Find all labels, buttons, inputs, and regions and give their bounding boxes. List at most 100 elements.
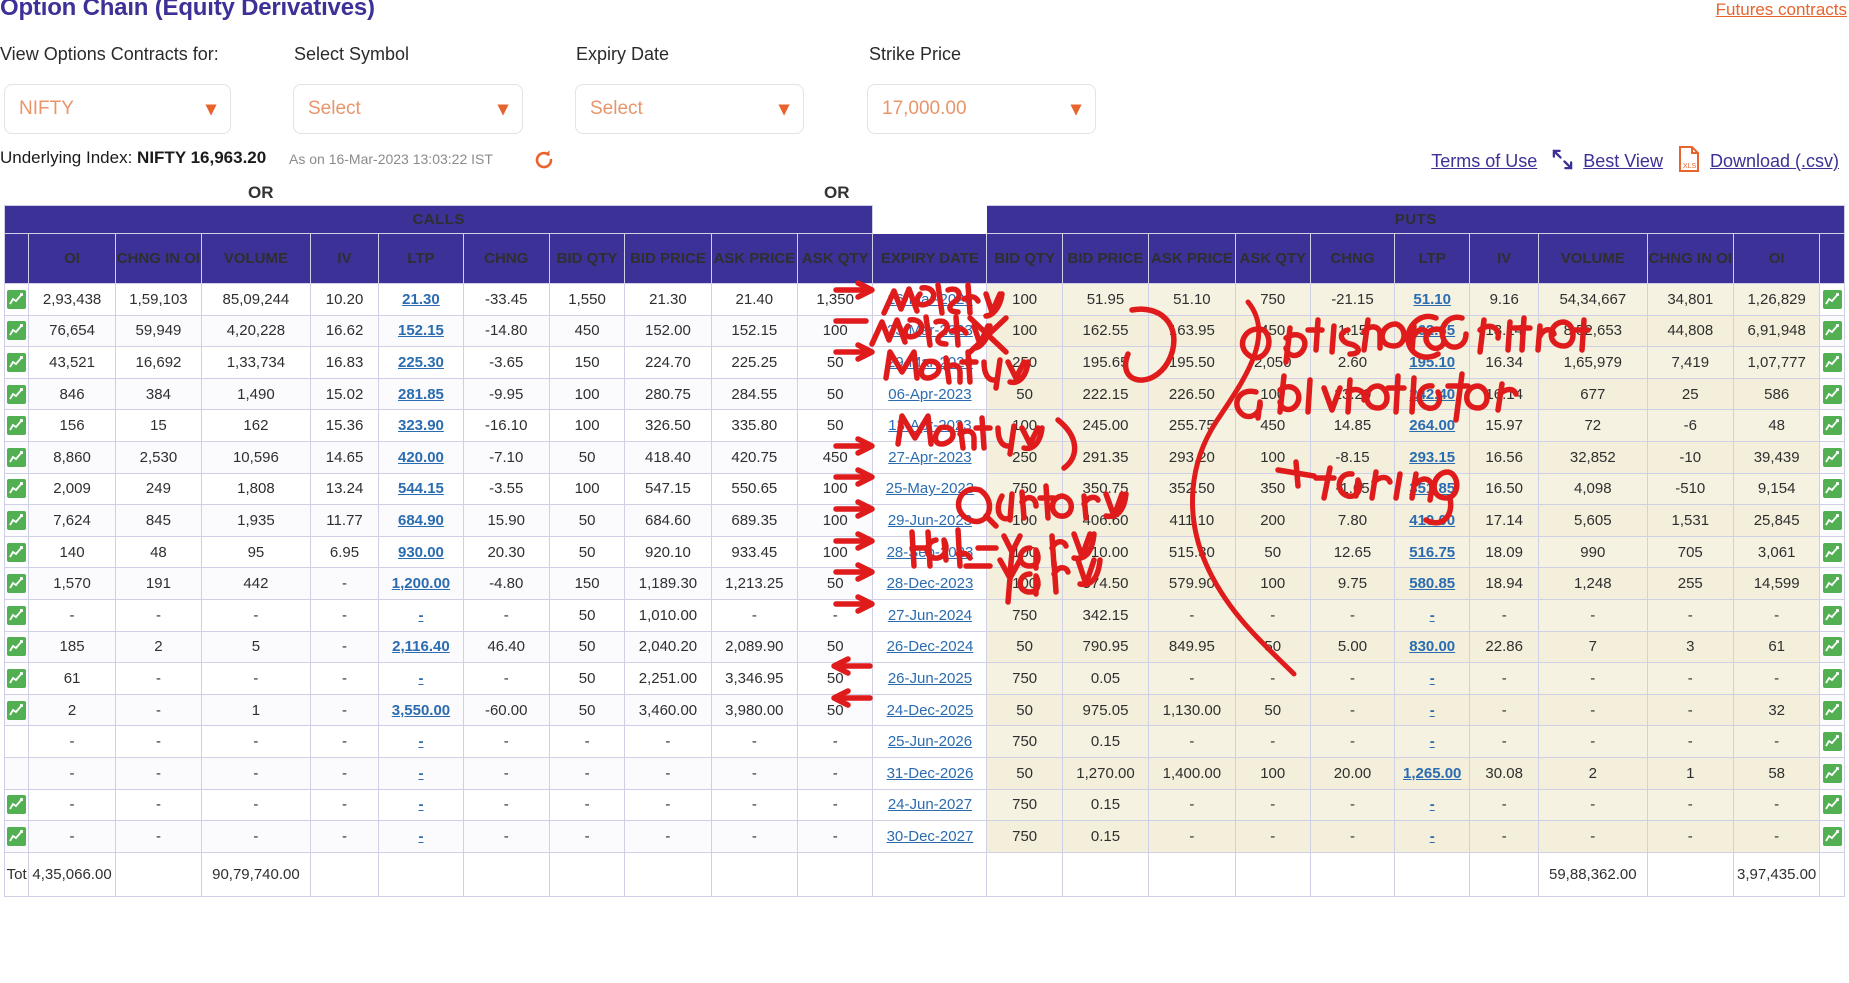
mini-chart-icon[interactable] — [7, 384, 27, 404]
calls-chart-cell[interactable] — [3, 820, 30, 853]
cell-expiry-date[interactable]: 31-Dec-2026 — [872, 756, 988, 790]
calls-ltp-link[interactable]: 21.30 — [402, 291, 440, 308]
puts-chart-cell[interactable] — [1819, 820, 1845, 853]
puts-ltp-link[interactable]: 830.00 — [1409, 638, 1455, 655]
cell-puts-ltp[interactable]: - — [1394, 725, 1471, 758]
puts-ltp-link[interactable]: 162.65 — [1409, 322, 1455, 339]
cell-expiry-date[interactable]: 06-Apr-2023 — [872, 377, 988, 411]
puts-col-oi[interactable]: OI — [1732, 233, 1821, 284]
calls-chart-cell[interactable] — [3, 662, 30, 695]
calls-chart-cell[interactable] — [3, 283, 30, 316]
puts-chart-cell[interactable] — [1819, 788, 1845, 822]
cell-expiry-date[interactable]: 24-Dec-2025 — [872, 693, 988, 727]
calls-ltp-link[interactable]: - — [418, 828, 423, 845]
expiry-date-link[interactable]: 23-Mar-2023 — [887, 322, 973, 339]
cell-expiry-date[interactable]: 24-Jun-2027 — [872, 788, 988, 822]
mini-chart-icon[interactable] — [1822, 763, 1842, 783]
cell-calls-ltp[interactable]: - — [378, 820, 464, 853]
expiry-date-link[interactable]: 31-Dec-2026 — [887, 765, 974, 782]
puts-ltp-link[interactable]: - — [1430, 702, 1435, 719]
cell-expiry-date[interactable]: 26-Dec-2024 — [872, 630, 988, 664]
calls-col-oi[interactable]: OI — [28, 233, 116, 284]
calls-ltp-link[interactable]: 225.30 — [398, 354, 444, 371]
cell-calls-ltp[interactable]: 930.00 — [378, 535, 464, 569]
cell-puts-ltp[interactable]: 830.00 — [1394, 630, 1471, 664]
cell-calls-ltp[interactable]: 420.00 — [378, 440, 464, 474]
cell-puts-ltp[interactable]: 580.85 — [1394, 567, 1471, 600]
cell-puts-ltp[interactable]: 351.85 — [1394, 472, 1471, 506]
expiry-date-link[interactable]: 27-Jun-2024 — [888, 607, 972, 624]
puts-ltp-link[interactable]: 516.75 — [1409, 544, 1455, 561]
calls-chart-cell[interactable] — [3, 756, 30, 790]
puts-ltp-link[interactable]: 293.15 — [1409, 449, 1455, 466]
expiry-date-link[interactable]: 30-Dec-2027 — [887, 828, 974, 845]
expiry-date-link[interactable]: 25-Jun-2026 — [888, 733, 972, 750]
puts-chart-cell[interactable] — [1819, 693, 1845, 727]
cell-expiry-date[interactable]: 29-Jun-2023 — [872, 504, 988, 537]
cell-puts-ltp[interactable]: - — [1394, 820, 1471, 853]
cell-expiry-date[interactable]: 26-Jun-2025 — [872, 662, 988, 695]
puts-col-ask-price[interactable]: ASK PRICE — [1148, 233, 1236, 284]
calls-chart-cell[interactable] — [3, 346, 30, 379]
mini-chart-icon[interactable] — [7, 447, 27, 467]
puts-ltp-link[interactable]: 351.85 — [1409, 480, 1455, 497]
puts-chart-cell[interactable] — [1819, 377, 1845, 411]
mini-chart-icon[interactable] — [7, 479, 27, 499]
expiry-date-link[interactable]: 29-Mar-2023 — [887, 354, 973, 371]
calls-ltp-link[interactable]: - — [418, 765, 423, 782]
puts-chart-cell[interactable] — [1819, 598, 1845, 632]
puts-chart-cell[interactable] — [1819, 314, 1845, 348]
calls-chart-cell[interactable] — [3, 440, 30, 474]
calls-col-bid-qty[interactable]: BID QTY — [548, 233, 626, 284]
puts-chart-cell[interactable] — [1819, 662, 1845, 695]
cell-calls-ltp[interactable]: 2,116.40 — [378, 630, 464, 664]
symbol-select[interactable]: Select ▾ — [293, 84, 523, 134]
mini-chart-icon[interactable] — [7, 826, 27, 846]
col-expiry-date[interactable]: EXPIRY DATE — [872, 233, 988, 284]
mini-chart-icon[interactable] — [1822, 289, 1842, 309]
calls-chart-cell[interactable] — [3, 630, 30, 664]
cell-puts-ltp[interactable]: 51.10 — [1394, 283, 1471, 316]
cell-calls-ltp[interactable]: 21.30 — [378, 283, 464, 316]
cell-puts-ltp[interactable]: - — [1394, 598, 1471, 632]
mini-chart-icon[interactable] — [7, 289, 27, 309]
mini-chart-icon[interactable] — [7, 510, 27, 530]
terms-of-use-link[interactable]: Terms of Use — [1431, 151, 1537, 172]
expiry-date-link[interactable]: 16-Mar-2023 — [887, 291, 973, 308]
mini-chart-icon[interactable] — [1822, 321, 1842, 341]
mini-chart-icon[interactable] — [1822, 700, 1842, 720]
puts-chart-cell[interactable] — [1819, 535, 1845, 569]
puts-ltp-link[interactable]: 1,265.00 — [1403, 765, 1461, 782]
cell-calls-ltp[interactable]: 323.90 — [378, 409, 464, 442]
puts-chart-cell[interactable] — [1819, 756, 1845, 790]
mini-chart-icon[interactable] — [1822, 668, 1842, 688]
calls-ltp-link[interactable]: 323.90 — [398, 417, 444, 434]
cell-calls-ltp[interactable]: 225.30 — [378, 346, 464, 379]
puts-col-chng[interactable]: CHNG — [1309, 233, 1396, 284]
puts-chart-cell[interactable] — [1819, 283, 1845, 316]
mini-chart-icon[interactable] — [1822, 352, 1842, 372]
puts-chart-cell[interactable] — [1819, 472, 1845, 506]
mini-chart-icon[interactable] — [7, 321, 27, 341]
puts-ltp-link[interactable]: 242.40 — [1409, 386, 1455, 403]
puts-chart-cell[interactable] — [1819, 346, 1845, 379]
calls-chart-cell[interactable] — [3, 314, 30, 348]
mini-chart-icon[interactable] — [1822, 542, 1842, 562]
mini-chart-icon[interactable] — [7, 574, 27, 594]
calls-ltp-link[interactable]: - — [418, 607, 423, 624]
puts-col-bid-qty[interactable]: BID QTY — [986, 233, 1063, 284]
puts-chart-cell[interactable] — [1819, 409, 1845, 442]
cell-expiry-date[interactable]: 13-Apr-2023 — [872, 409, 988, 442]
mini-chart-icon[interactable] — [7, 416, 27, 436]
calls-ltp-link[interactable]: 930.00 — [398, 544, 444, 561]
cell-puts-ltp[interactable]: 410.00 — [1394, 504, 1471, 537]
calls-col-chng[interactable]: CHNG — [462, 233, 550, 284]
puts-chart-cell[interactable] — [1819, 725, 1845, 758]
mini-chart-icon[interactable] — [7, 668, 27, 688]
cell-expiry-date[interactable]: 27-Apr-2023 — [872, 440, 988, 474]
puts-col-ask-qty[interactable]: ASK QTY — [1234, 233, 1311, 284]
expiry-select[interactable]: Select ▾ — [575, 84, 804, 134]
mini-chart-icon[interactable] — [1822, 795, 1842, 815]
expiry-date-link[interactable]: 27-Apr-2023 — [888, 449, 971, 466]
cell-puts-ltp[interactable]: 195.10 — [1394, 346, 1471, 379]
